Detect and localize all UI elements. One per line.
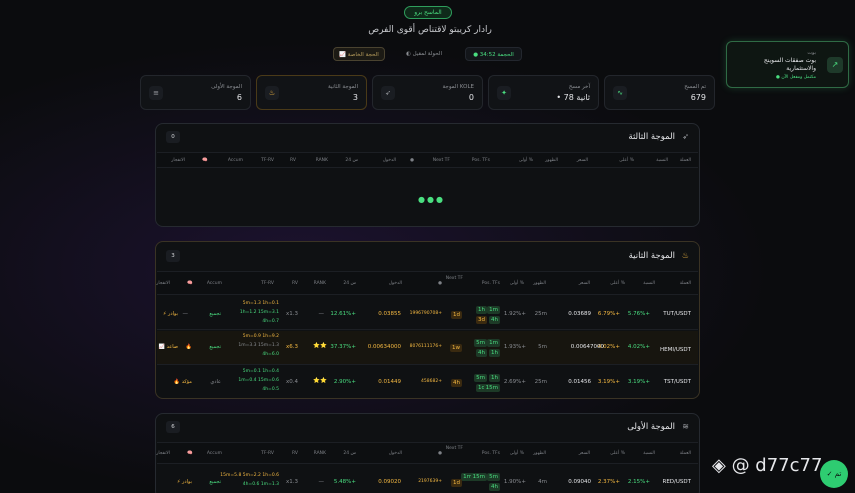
flame-icon: ♨ [681,251,689,260]
stat-wave1: ≡ الموجة الأولى 6 [140,75,251,110]
loading-indicator: ●●● [418,195,445,204]
page-title: رادار كريبتو لاقتناص أقوى الفرص [368,25,492,35]
rocket-icon: ➶ [682,132,689,141]
table-header: العملة النسبة أعلى % السعر الظهور أولى % Po… [156,271,698,295]
layers-icon: ≋ [682,422,689,431]
wave1-panel: ≋ الموجة الأولى 6 العملة النسبة أعلى % الس… [155,413,700,493]
stat-wave3: ➶ الموجة KOLE 0 [372,75,483,110]
trend-up-icon: ↗ [827,57,843,73]
wave3-panel: ➶ الموجة الثالثة 0 العملة النسبة أعلى % ال… [155,123,700,227]
table-row[interactable]: TST/USDT 3.19%+ 3.19%+ 0.01456 25m 2.69%… [157,366,698,398]
mode-toggle[interactable]: ◐ الحولة لمقيل [394,47,454,61]
wave1-title: الموجة الأولى [627,422,675,432]
wave1-count: 6 [166,421,180,433]
pulse-icon: ✦ [497,86,511,100]
activity-icon: ∿ [613,86,627,100]
manual-check-button[interactable]: 📈 الحجة الخاصة [333,47,385,61]
wave3-count: 0 [166,131,180,143]
stat-scanned: ∿ تم المسح 679 [604,75,715,110]
wave2-title: الموجة الثانية [628,251,675,261]
flame-icon: ♨ [265,86,279,100]
table-row[interactable]: TUT/USDT 5.76%+ 6.79%+ 0.03689 25m 1.92%… [157,297,698,330]
bot-card[interactable]: ↗ بوت بوت صفقات السوينج والاستثمارية ● م… [726,41,849,88]
table-header: العملة النسبة أعلى % السعر الظهور أولى % Po… [156,442,698,464]
wave3-title: الموجة الثالثة [628,132,675,142]
table-header: العملة النسبة أعلى % السعر الظهور أولى % Po… [157,152,698,168]
app-badge: الماسح برو [404,6,452,19]
bot-status: ● مكتمل ومفعل الآن [775,75,816,80]
table-row[interactable]: RED/USDT 2.15%+ 2.37%+ 0.09040 4m 1.90%+… [157,466,698,493]
bot-label: بوت [807,50,816,56]
bot-name: بوت صفقات السوينج والاستثمارية [763,57,816,72]
wave2-count: 3 [166,250,180,262]
stat-last-scan: ✦ آخر مسح • 78 ثانية [488,75,599,110]
table-row[interactable]: HEMI/USDT 4.02%+ 4.02%+ 0.00647000 5m 1.… [157,331,698,365]
rocket-icon: ➶ [381,86,395,100]
floating-action-button[interactable]: ✓ تم [820,460,848,488]
wave2-panel: ♨ الموجة الثانية 3 العملة النسبة أعلى % ال… [155,241,700,399]
watermark: ◈ @ d77c77 [712,455,823,476]
layers-icon: ≡ [149,86,163,100]
timer-badge: ● الحجمة 34:52 [465,47,522,61]
stat-wave2: ♨ الموجة الثانية 3 [256,75,367,110]
